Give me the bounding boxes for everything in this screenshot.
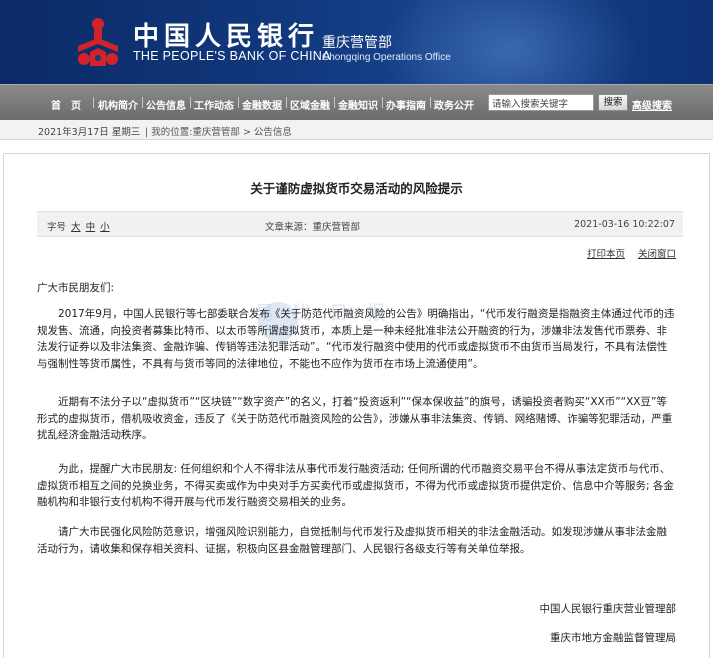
bank-name-en: THE PEOPLE'S BANK OF CHINA (133, 49, 331, 63)
article-tools: 打印本页 关闭窗口 (577, 246, 676, 260)
nav-separator (93, 97, 94, 108)
nav-item-knowledge[interactable]: 金融知识 (338, 97, 378, 112)
font-size-medium-link[interactable]: 中 (86, 222, 96, 233)
article-paragraph: 请广大市民强化风险防范意识，增强风险识别能力，自觉抵制与代币发行及虚拟货币相关的… (37, 526, 667, 555)
nav-separator (382, 97, 383, 108)
breadcrumb-bar: 2021年3月17日 星期三 | 我的位置:重庆营管部 > 公告信息 (0, 120, 713, 140)
search-input[interactable] (488, 94, 594, 111)
main-nav: 首 页 机构简介 公告信息 工作动态 金融数据 区域金融 金融知识 办事指南 政… (0, 84, 713, 120)
advanced-search-link[interactable]: 高级搜索 (632, 97, 672, 112)
nav-item-disclosure[interactable]: 政务公开 (434, 97, 474, 112)
pboc-logo-icon[interactable] (74, 16, 122, 68)
office-name-cn: 重庆营管部 (322, 35, 392, 51)
nav-separator (334, 97, 335, 108)
article-source: 文章来源：重庆营管部 (265, 222, 361, 233)
nav-item-regional-finance[interactable]: 区域金融 (290, 97, 330, 112)
font-size-control: 字号 大 中 小 (47, 219, 110, 233)
signature-pboc: 中国人民银行重庆营业管理部 (539, 603, 677, 615)
nav-separator (142, 97, 143, 108)
search-button[interactable]: 搜索 (598, 94, 628, 111)
article-paragraph: 为此，提醒广大市民朋友: 任何组织和个人不得非法从事代币发行融资活动; 任何所谓… (37, 463, 674, 508)
nav-separator (238, 97, 239, 108)
article-timestamp: 2021-03-16 10:22:07 (574, 219, 675, 230)
nav-separator (190, 97, 191, 108)
breadcrumb[interactable]: | 我的位置:重庆营管部 > 公告信息 (145, 124, 292, 138)
nav-separator (286, 97, 287, 108)
nav-item-about[interactable]: 机构简介 (98, 97, 138, 112)
font-size-small-link[interactable]: 小 (100, 222, 110, 233)
nav-item-announcements[interactable]: 公告信息 (146, 97, 186, 112)
banner-glow (380, 0, 640, 84)
nav-item-financial-data[interactable]: 金融数据 (242, 97, 282, 112)
article-paragraph: 近期有不法分子以“虚拟货币”“区块链”“数字资产”的名义，打着“投资返利”“保本… (37, 396, 673, 441)
article-title: 关于谨防虚拟货币交易活动的风险提示 (250, 181, 463, 196)
header-banner: 中国人民银行 THE PEOPLE'S BANK OF CHINA 重庆营管部 … (0, 0, 713, 84)
article-greeting: 广大市民朋友们: (37, 282, 115, 294)
article-paragraph: 2017年9月，中国人民银行等七部委联合发布《关于防范代币融资风险的公告》明确指… (37, 308, 675, 370)
nav-item-home[interactable]: 首 页 (51, 97, 81, 112)
current-date: 2021年3月17日 星期三 (38, 127, 141, 138)
print-page-link[interactable]: 打印本页 (587, 249, 625, 260)
signature-local-regulator: 重庆市地方金融监督管理局 (550, 632, 676, 644)
nav-item-news[interactable]: 工作动态 (194, 97, 234, 112)
nav-separator (430, 97, 431, 108)
font-size-label: 字号 (47, 222, 67, 233)
nav-item-guide[interactable]: 办事指南 (386, 97, 426, 112)
article-meta-row: 字号 大 中 小 文章来源：重庆营管部 2021-03-16 10:22:07 (37, 211, 683, 237)
font-size-large-link[interactable]: 大 (71, 222, 81, 233)
bank-name-cn: 中国人民银行 (133, 22, 320, 52)
office-name-en: Chongqing Operations Office (322, 52, 451, 63)
close-window-link[interactable]: 关闭窗口 (638, 249, 676, 260)
